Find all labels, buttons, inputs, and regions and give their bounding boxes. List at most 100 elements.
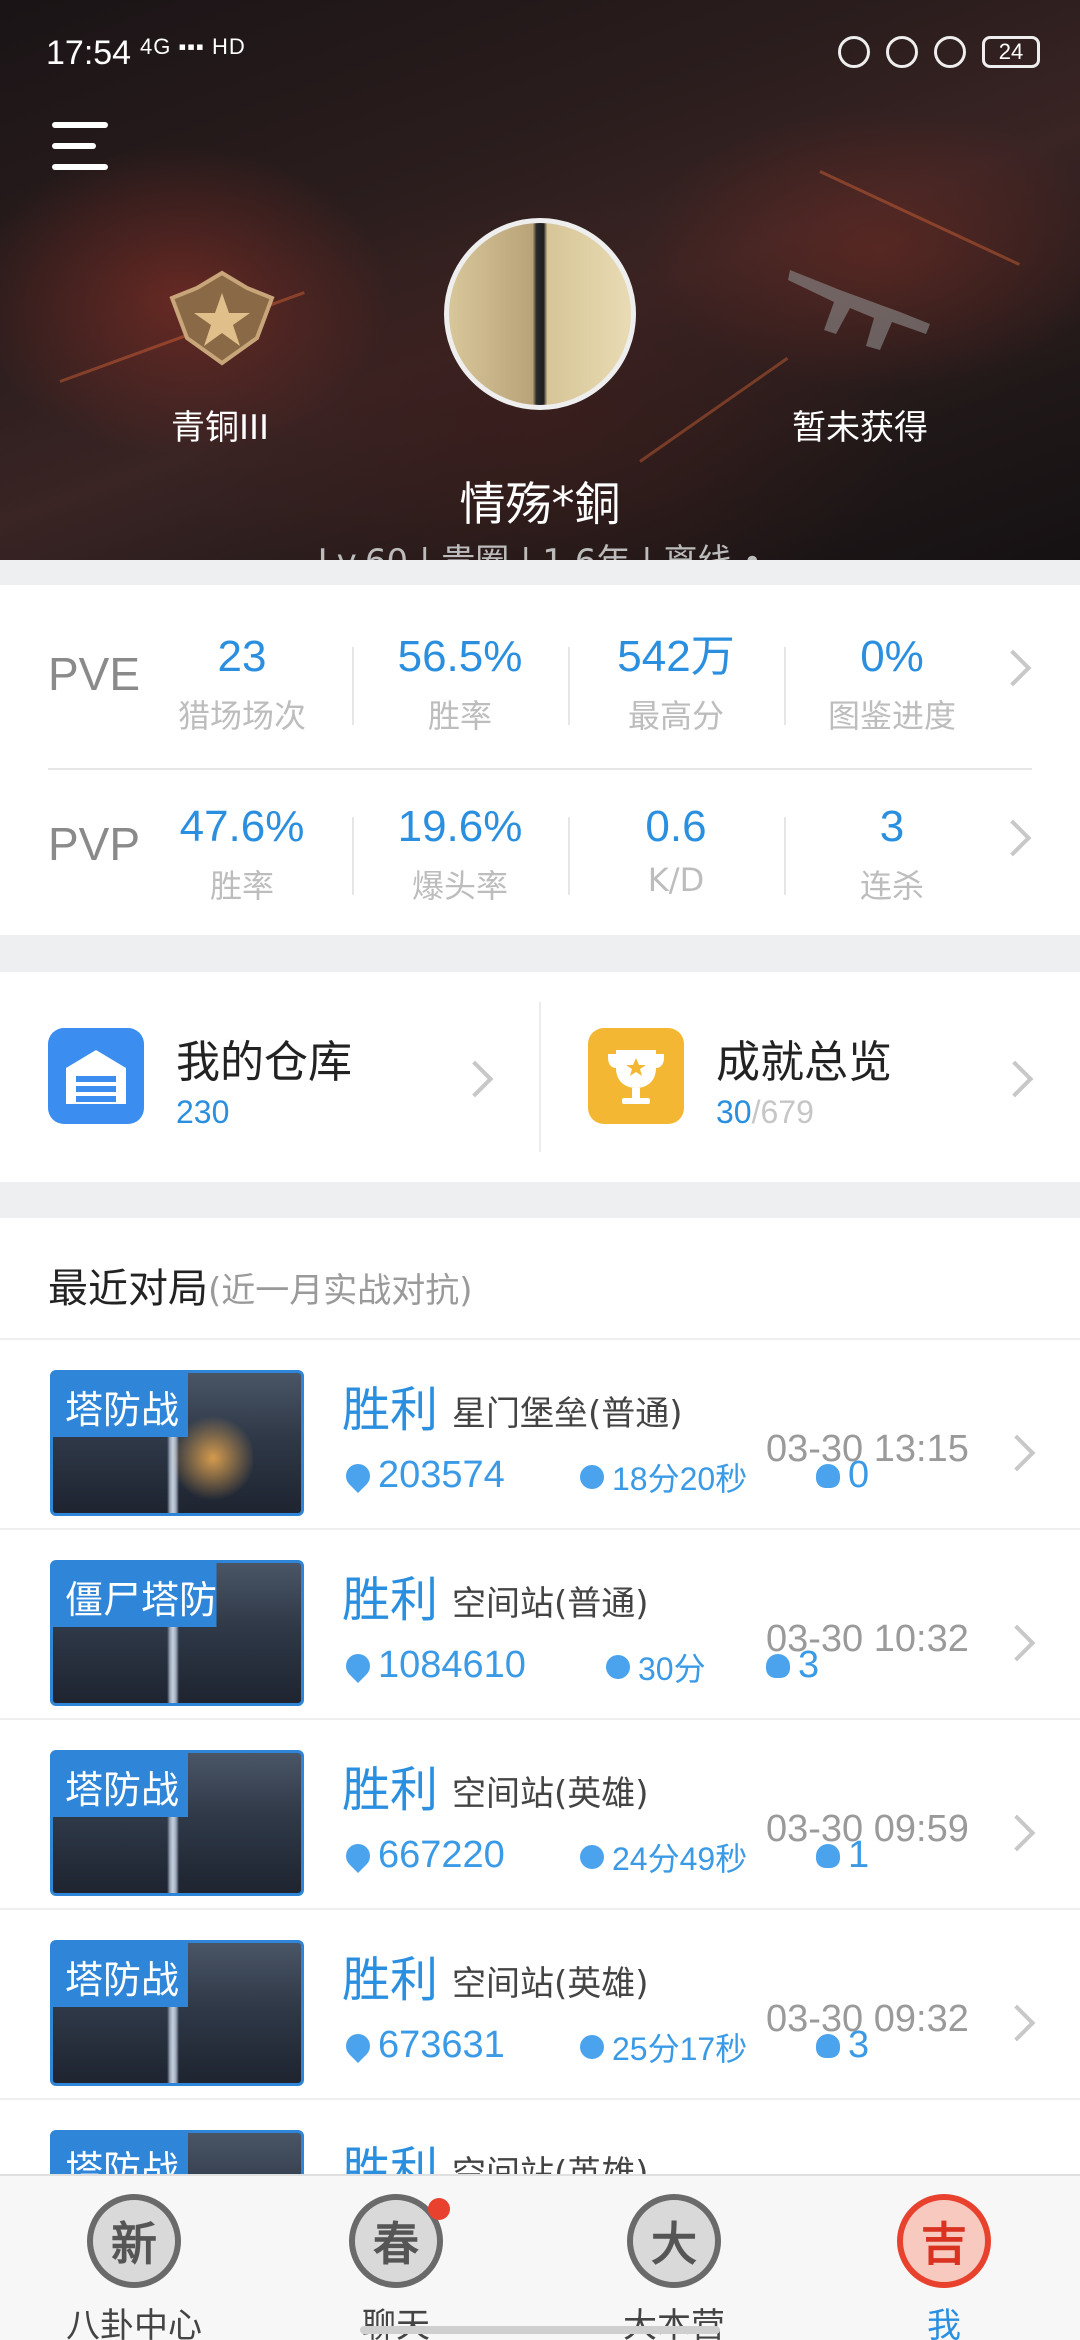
match-map: 星门堡垒(普通) <box>452 1394 683 1434</box>
chevron-right-icon <box>998 1624 1036 1662</box>
score-icon <box>341 1648 375 1683</box>
mode-tag: 塔防战 <box>53 1943 234 2007</box>
pvp-stats-row[interactable]: PVP 47.6% 胜率 19.6% 爆头率 0.6 K/D 3 连杀 <box>0 755 1080 915</box>
score-meta: 673631 <box>341 2024 505 2067</box>
mode-tag: 僵尸塔防 <box>53 1563 272 1627</box>
pvp-stat: 19.6% 爆头率 <box>360 805 560 907</box>
stat-value: 3 <box>879 802 905 851</box>
pve-stat: 542万 最高分 <box>576 635 776 737</box>
duration-meta: 30分 <box>606 1644 706 1690</box>
bronze-rank-icon[interactable] <box>162 268 282 368</box>
match-score: 1084610 <box>378 1644 526 1686</box>
warehouse-title: 我的仓库 <box>176 1037 352 1088</box>
match-map: 空间站(普通) <box>452 1584 649 1624</box>
nickname: 情殇*銅 <box>459 477 621 531</box>
score-icon <box>341 1838 375 1873</box>
stat-value: 56.5% <box>397 632 523 681</box>
profile-header: 17:54 4G ▪▪▪ HD 24 青铜III 暂未获得 情殇*銅 Lv.60… <box>0 0 1080 560</box>
mode-tag: 塔防战 <box>53 1373 234 1437</box>
duration-meta: 25分17秒 <box>580 2024 747 2070</box>
score-meta: 1084610 <box>341 1644 526 1687</box>
score-meta: 203574 <box>341 1454 505 1497</box>
me-emblem-icon: 吉 <box>897 2194 991 2288</box>
unread-dot <box>428 2198 450 2220</box>
chevron-right-icon[interactable] <box>994 819 1032 857</box>
timer-icon <box>580 1845 604 1869</box>
warehouse-icon <box>48 1028 144 1124</box>
match-score: 203574 <box>378 1454 505 1496</box>
pve-stats-row[interactable]: PVE 23 猎场场次 56.5% 胜率 542万 最高分 0% 图鉴进度 <box>0 585 1080 745</box>
shortcut-cards: 我的仓库 230 成就总览 30/679 <box>0 972 1080 1182</box>
pve-stat: 0% 图鉴进度 <box>792 635 992 737</box>
trophy-icon <box>588 1028 684 1124</box>
kills-meta: 3 <box>816 2024 869 2067</box>
status-bar: 17:54 4G ▪▪▪ HD 24 <box>0 0 1080 110</box>
pvp-label: PVP <box>48 818 141 870</box>
timer-icon <box>606 1655 630 1679</box>
recent-matches: 最近对局(近一月实战对抗) 塔防战 胜利 星门堡垒(普通) 03-30 13:1… <box>0 1218 1080 2218</box>
stat-caption: 胜率 <box>209 867 274 905</box>
chevron-right-icon[interactable] <box>994 649 1032 687</box>
nav-me[interactable]: 吉 我 <box>844 2194 1044 2340</box>
rank-label: 青铜III <box>170 408 270 448</box>
bottom-nav: 新 八卦中心 春 聊天 大 大本营 吉 我 <box>0 2174 1080 2340</box>
timer-icon <box>580 1465 604 1489</box>
recent-subtitle: (近一月实战对抗) <box>208 1271 473 1311</box>
rifle-icon[interactable] <box>780 250 940 370</box>
stats-panel: PVE 23 猎场场次 56.5% 胜率 542万 最高分 0% 图鉴进度 PV… <box>0 585 1080 935</box>
stat-caption: 胜率 <box>427 697 492 735</box>
stat-caption: 猎场场次 <box>177 697 306 735</box>
stat-value: 0% <box>860 632 924 681</box>
status-time: 17:54 <box>46 34 132 72</box>
achievements-card[interactable]: 成就总览 30/679 <box>540 972 1080 1182</box>
match-result: 胜利 <box>342 1572 439 1628</box>
match-map: 空间站(英雄) <box>452 1774 649 1814</box>
match-map: 空间站(英雄) <box>452 1964 649 2004</box>
stat-caption: 最高分 <box>627 697 724 735</box>
kills-meta: 3 <box>766 1644 819 1687</box>
match-thumbnail: 僵尸塔防 <box>50 1560 304 1706</box>
warehouse-count: 230 <box>176 1094 230 1130</box>
match-row[interactable]: 塔防战 胜利 星门堡垒(普通) 03-30 13:15 203574 18分20… <box>0 1340 1080 1530</box>
nav-label: 八卦中心 <box>66 2306 202 2340</box>
home-indicator[interactable] <box>360 2326 720 2334</box>
pvp-stat: 3 连杀 <box>792 805 992 907</box>
stat-value: 19.6% <box>397 802 523 851</box>
match-score: 673631 <box>378 2024 505 2066</box>
score-icon <box>341 1458 375 1493</box>
stat-caption: 图鉴进度 <box>827 697 956 735</box>
pve-label: PVE <box>48 648 141 700</box>
battery-icon: 24 <box>982 36 1040 68</box>
chevron-right-icon <box>998 1814 1036 1852</box>
menu-icon[interactable] <box>52 122 108 170</box>
kills-meta: 1 <box>816 1834 869 1877</box>
achievements-done: 30 <box>716 1094 752 1130</box>
duration-meta: 18分20秒 <box>580 1454 747 1500</box>
stat-caption: K/D <box>647 861 705 899</box>
nav-label: 我 <box>927 2306 961 2340</box>
pvp-stat: 0.6 K/D <box>576 805 776 900</box>
match-result: 胜利 <box>342 1382 439 1438</box>
chevron-right-icon <box>456 1060 494 1098</box>
score-meta: 667220 <box>341 1834 505 1877</box>
location-icon <box>934 36 966 68</box>
recent-title: 最近对局 <box>48 1266 208 1312</box>
match-thumbnail: 塔防战 <box>50 1370 304 1516</box>
match-kills: 0 <box>848 1454 870 1496</box>
profile-info: Lv.60 | 贵圈 | 1.6年 | 离线 • <box>0 534 1080 560</box>
chevron-right-icon <box>998 2004 1036 2042</box>
warehouse-card[interactable]: 我的仓库 230 <box>0 972 540 1182</box>
pve-stat: 56.5% 胜率 <box>360 635 560 737</box>
nav-chat[interactable]: 春 聊天 <box>296 2194 496 2340</box>
avatar[interactable] <box>444 218 636 410</box>
match-row[interactable]: 僵尸塔防 胜利 空间站(普通) 03-30 10:32 1084610 30分 … <box>0 1530 1080 1720</box>
match-row[interactable]: 塔防战 胜利 空间站(英雄) 03-30 09:59 667220 24分49秒… <box>0 1720 1080 1910</box>
match-kills: 3 <box>798 1644 820 1686</box>
match-row[interactable]: 塔防战 胜利 空间站(英雄) 03-30 09:32 673631 25分17秒… <box>0 1910 1080 2100</box>
nav-gossip-center[interactable]: 新 八卦中心 <box>34 2194 234 2340</box>
mode-tag: 塔防战 <box>53 1753 234 1817</box>
achievements-title: 成就总览 <box>716 1037 892 1088</box>
match-result: 胜利 <box>342 1762 439 1818</box>
stat-value: 47.6% <box>179 802 305 851</box>
nav-headquarters[interactable]: 大 大本营 <box>574 2194 774 2340</box>
